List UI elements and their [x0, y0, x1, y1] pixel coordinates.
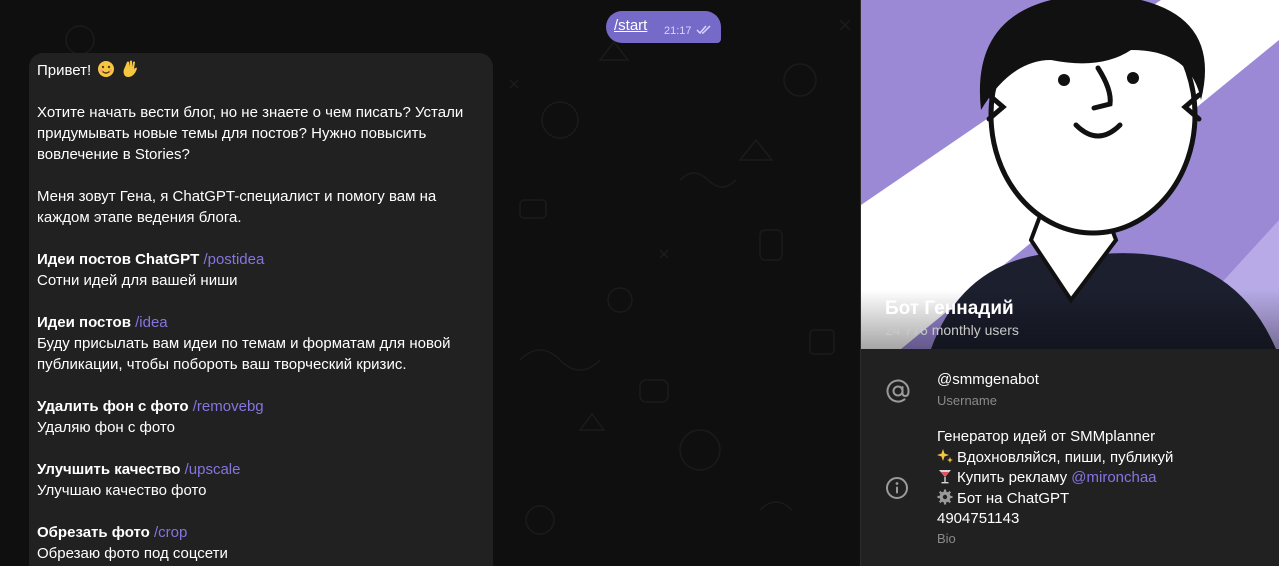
sent-command-link[interactable]: /start [614, 17, 647, 34]
username-value[interactable]: @smmgenabot [937, 371, 1039, 388]
command-description: Буду присылать вам идеи по темам и форма… [37, 335, 451, 373]
command-description: Улучшаю качество фото [37, 482, 207, 499]
command-link-removebg[interactable]: /removebg [193, 398, 264, 415]
bio-line: Бот на ChatGPT [937, 489, 1267, 510]
command-link-postidea[interactable]: /postidea [203, 251, 264, 268]
command-link-idea[interactable]: /idea [135, 314, 168, 331]
bot-name: Бот Геннадий [885, 298, 1014, 319]
command-block: Улучшить качество /upscale Улучшаю качес… [37, 459, 485, 501]
mention-link[interactable]: @mironchaa [1071, 469, 1156, 486]
bot-monthly-users: 24 776 monthly users [885, 322, 1019, 338]
command-title: Улучшить качество [37, 461, 181, 478]
smile-emoji [98, 61, 115, 77]
bio-line: 4904751143 [937, 510, 1020, 527]
command-title: Обрезать фото [37, 524, 150, 541]
command-description: Сотни идей для вашей ниши [37, 272, 238, 289]
command-title: Идеи постов [37, 314, 131, 331]
chat-area: /start 21:17 Привет! Хотите начать вести… [0, 0, 860, 566]
command-block: Идеи постов ChatGPT /postidea Сотни идей… [37, 249, 485, 291]
command-block: Удалить фон с фото /removebg Удаляю фон … [37, 396, 485, 438]
bio-line-text: Купить рекламу [957, 469, 1068, 486]
command-block: Обрезать фото /crop Обрезаю фото под соц… [37, 522, 485, 564]
bot-avatar[interactable]: Бот Геннадий 24 776 monthly users [861, 0, 1279, 349]
command-link-crop[interactable]: /crop [154, 524, 187, 541]
bio-line-text: Вдохновляйся, пиши, публикуй [957, 448, 1174, 466]
bio-text: Генератор идей от SMMplanner Вдохновляйс… [937, 427, 1267, 530]
greeting-text: Привет! [37, 62, 92, 79]
profile-panel: Бот Геннадий 24 776 monthly users @smmge… [861, 0, 1279, 566]
bot-message-bubble: Привет! Хотите начать вести блог, но не … [29, 53, 493, 566]
command-title: Удалить фон с фото [37, 398, 189, 415]
bio-line: Вдохновляйся, пиши, публикуй [937, 448, 1267, 469]
username-caption: Username [937, 393, 997, 408]
at-sign-icon [886, 379, 910, 403]
info-icon [886, 477, 908, 499]
message-time: 21:17 [664, 25, 692, 37]
command-description: Удаляю фон с фото [37, 419, 175, 436]
avatar-illustration [861, 0, 1279, 349]
cocktail-emoji [939, 470, 951, 484]
sparkles-emoji [937, 448, 953, 463]
intro-text: Хотите начать вести блог, но не знаете о… [37, 104, 464, 163]
wave-emoji [123, 60, 137, 77]
command-description: Обрезаю фото под соцсети [37, 545, 228, 562]
read-checkmarks-icon [696, 25, 711, 35]
gear-emoji [937, 489, 953, 504]
bio-line: Купить рекламу @mironchaa [937, 468, 1267, 489]
bio-caption: Bio [937, 531, 956, 546]
command-title: Идеи постов ChatGPT [37, 251, 200, 268]
command-link-upscale[interactable]: /upscale [185, 461, 241, 478]
bio-line-text: Бот на ChatGPT [957, 489, 1070, 507]
bio-line: Генератор идей от SMMplanner [937, 428, 1156, 445]
about-text: Меня зовут Гена, я ChatGPT-специалист и … [37, 188, 437, 226]
command-block: Идеи постов /idea Буду присылать вам иде… [37, 312, 485, 375]
sent-message-bubble: /start 21:17 [606, 11, 721, 43]
